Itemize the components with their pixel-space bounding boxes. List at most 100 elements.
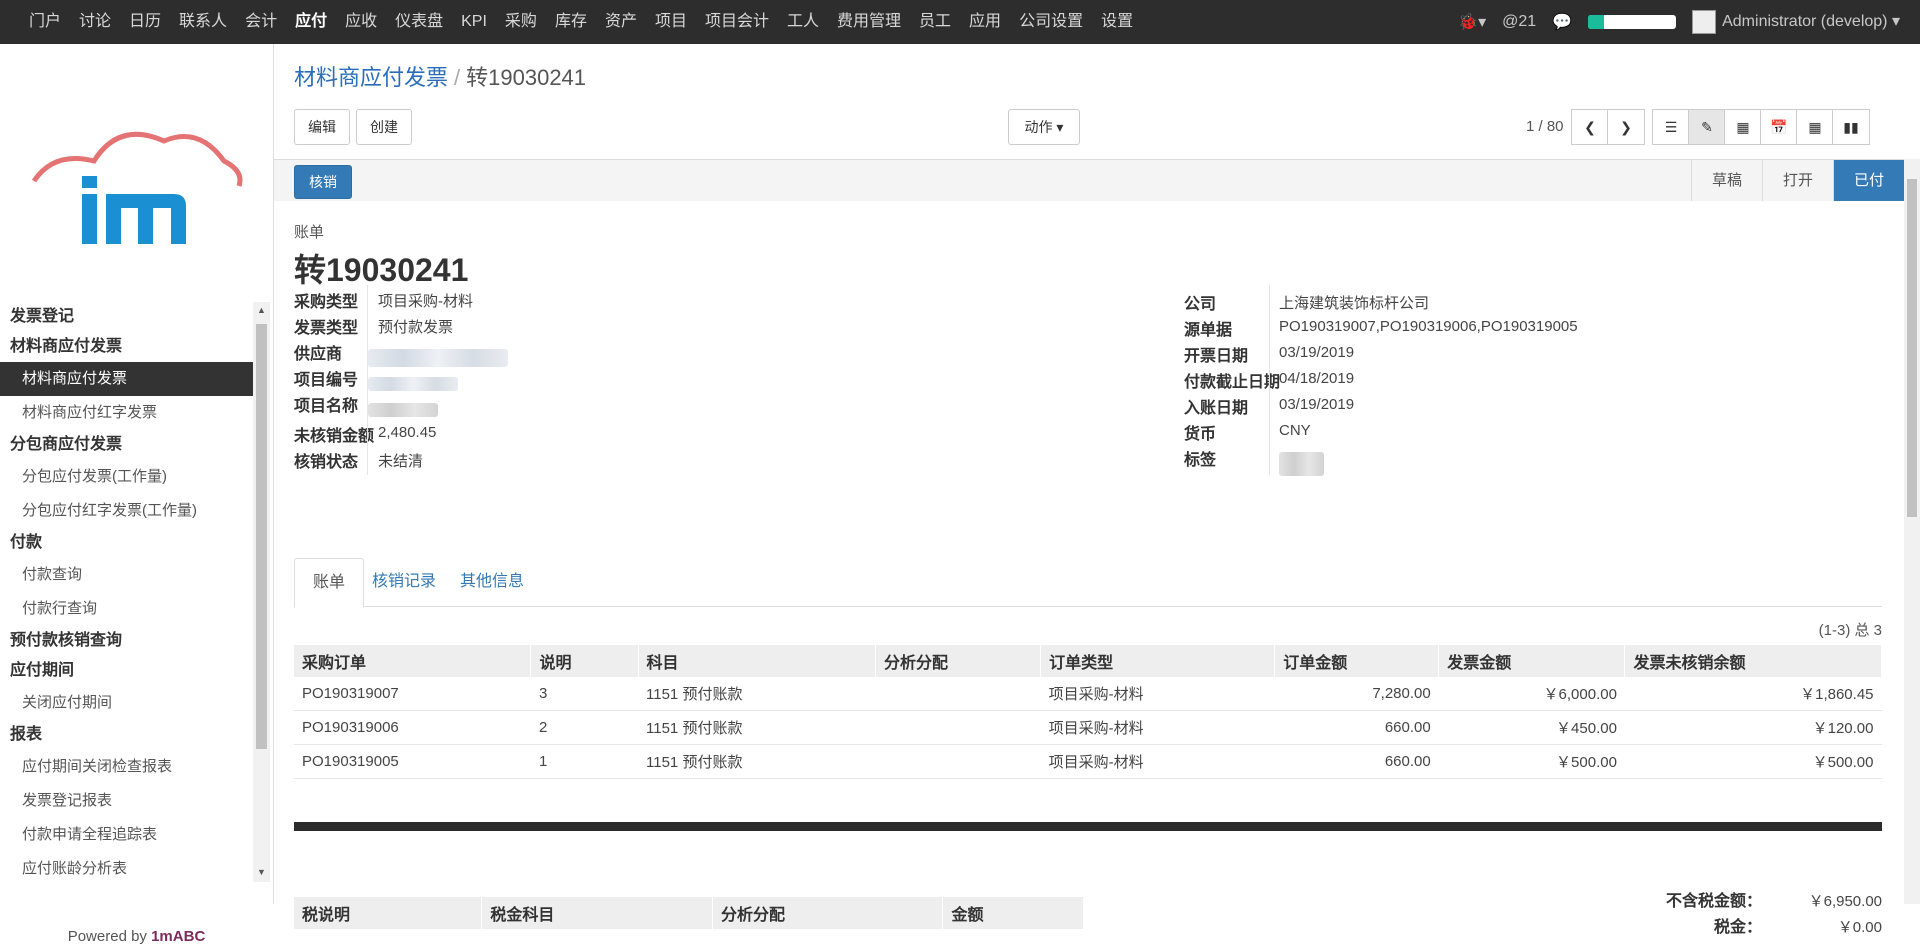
field-value: 04/18/2019 xyxy=(1279,370,1355,387)
sidebar-item[interactable]: 分包应付红字发票(工作量) xyxy=(0,494,253,528)
sidebar-item[interactable]: 应付期间关闭检查报表 xyxy=(0,750,253,784)
column-header[interactable]: 税金科目 xyxy=(481,897,713,929)
sidebar-item[interactable]: 材料商应付发票 xyxy=(0,362,253,396)
tax-table: 税说明 税金科目 分析分配 金额 xyxy=(294,897,1084,929)
kanban-view-icon[interactable]: ▦ xyxy=(1724,109,1762,145)
table-cell: ￥6,000.00 xyxy=(1438,677,1625,711)
column-header[interactable]: 分析分配 xyxy=(875,645,1042,677)
table-cell: 2 xyxy=(530,710,639,745)
topnav-item[interactable]: 员工 xyxy=(910,0,960,44)
action-label: 动作 xyxy=(1024,119,1053,135)
scroll-up-icon[interactable]: ▲ xyxy=(257,305,266,315)
chat-icon[interactable]: 💬 xyxy=(1552,12,1572,32)
status-bar: 核销 草稿 打开 已付 xyxy=(274,159,1904,203)
tab-2[interactable]: 其他信息 xyxy=(442,558,542,606)
column-header[interactable]: 订单金额 xyxy=(1274,645,1440,677)
record-count: (1-3) 总 3 xyxy=(1818,622,1882,639)
column-header[interactable]: 税说明 xyxy=(294,897,483,929)
user-menu[interactable]: Administrator (develop) ▾ xyxy=(1692,10,1900,34)
document-title: 转19030241 xyxy=(294,252,469,288)
graph-view-icon[interactable]: ▮▮ xyxy=(1832,109,1870,145)
table-row[interactable]: PO190319007 3 1151 预付账款 项目采购-材料 7,280.00 ￥6,0… xyxy=(294,677,1882,711)
section-divider xyxy=(294,822,1882,831)
sidebar-item[interactable]: 付款行查询 xyxy=(0,592,253,626)
edit-button[interactable]: 编辑 xyxy=(294,109,350,145)
topnav-item[interactable]: 项目 xyxy=(646,0,696,44)
sidebar-item[interactable]: 发票登记报表 xyxy=(0,784,253,818)
sidebar-section-title[interactable]: 报表 xyxy=(0,720,253,750)
topnav-item[interactable]: 应收 xyxy=(336,0,386,44)
pivot-view-icon[interactable]: ▦ xyxy=(1796,109,1834,145)
sidebar-section-title[interactable]: 付款 xyxy=(0,528,253,558)
column-header[interactable]: 金额 xyxy=(942,897,1084,929)
topnav-item[interactable]: 应付 xyxy=(286,0,336,44)
topnav-item[interactable]: 项目会计 xyxy=(696,0,778,44)
form-view-icon[interactable]: ✎ xyxy=(1688,109,1726,145)
top-navbar: 门户 讨论 日历 联系人 会计 应付 应收 仪表盘 KPI 采购 库存 资产 项目 项目会计 工人 费用管理员… xyxy=(0,0,1920,44)
stage-item[interactable]: 已付 xyxy=(1832,160,1904,202)
table-row[interactable]: PO190319006 2 1151 预付账款 项目采购-材料 660.00 ￥450.0… xyxy=(294,710,1882,745)
calendar-view-icon[interactable]: 📅 xyxy=(1760,109,1798,145)
main-scrollbar[interactable] xyxy=(1904,159,1920,904)
column-header[interactable]: 科目 xyxy=(638,645,877,677)
topnav-item[interactable]: 工人 xyxy=(778,0,828,44)
sidebar-section-title[interactable]: 发票登记 xyxy=(0,302,253,332)
column-header[interactable]: 发票未核销余额 xyxy=(1624,645,1882,677)
sidebar-scrollbar[interactable]: ▲ ▼ xyxy=(253,302,270,882)
sidebar-item[interactable]: 付款申请全程追踪表 xyxy=(0,818,253,852)
total-label: 不含税金额： xyxy=(1665,893,1762,910)
topnav-item[interactable]: 门户 xyxy=(20,0,70,44)
sidebar-section-title[interactable]: 应付期间 xyxy=(0,656,253,686)
mentions-counter[interactable]: @21 xyxy=(1502,13,1536,31)
topnav-item[interactable]: 讨论 xyxy=(70,0,120,44)
sidebar-scroll-thumb[interactable] xyxy=(256,324,267,749)
column-header[interactable]: 说明 xyxy=(530,645,639,677)
breadcrumb-parent[interactable]: 材料商应付发票 xyxy=(294,65,448,90)
field-value: 上海建筑装饰标杆公司 xyxy=(1279,295,1430,312)
table-cell: ￥120.00 xyxy=(1624,710,1882,745)
topnav-item[interactable]: 资产 xyxy=(596,0,646,44)
topnav-item[interactable]: 仪表盘 xyxy=(386,0,452,44)
topnav-item[interactable]: 采购 xyxy=(496,0,546,44)
table-cell: 1 xyxy=(530,744,639,779)
topnav-item[interactable]: 联系人 xyxy=(170,0,236,44)
stage-item[interactable]: 打开 xyxy=(1761,160,1833,202)
sidebar-item[interactable]: 分包应付发票(工作量) xyxy=(0,460,253,494)
column-header[interactable]: 采购订单 xyxy=(294,645,532,677)
sidebar-section-title[interactable]: 分包商应付发票 xyxy=(0,430,253,460)
powered-brand[interactable]: 1mABC xyxy=(151,928,205,945)
validate-button[interactable]: 核销 xyxy=(294,165,352,199)
main-scroll-thumb[interactable] xyxy=(1907,179,1917,517)
sidebar-item[interactable]: 关闭应付期间 xyxy=(0,686,253,720)
topnav-item[interactable]: 日历 xyxy=(120,0,170,44)
sidebar-section-title[interactable]: 材料商应付发票 xyxy=(0,332,253,362)
list-view-icon[interactable]: ☰ xyxy=(1652,109,1690,145)
sidebar-item[interactable]: 付款查询 xyxy=(0,558,253,592)
stage-item[interactable]: 草稿 xyxy=(1690,160,1762,202)
topnav-item[interactable]: 公司设置 xyxy=(1010,0,1092,44)
pager-next-button[interactable]: ❯ xyxy=(1607,109,1645,145)
bug-icon[interactable]: 🐞▾ xyxy=(1458,12,1486,32)
topnav-item[interactable]: 库存 xyxy=(546,0,596,44)
sidebar-item[interactable]: 应付账龄分析表 xyxy=(0,852,253,886)
create-button[interactable]: 创建 xyxy=(356,109,412,145)
action-dropdown[interactable]: 动作 ▾ xyxy=(1008,109,1080,145)
total-value: ￥0.00 xyxy=(1837,919,1882,936)
topnav-item[interactable]: 会计 xyxy=(236,0,286,44)
field-label: 项目名称 xyxy=(294,398,359,415)
sidebar-item[interactable]: 材料商应付红字发票 xyxy=(0,396,253,430)
topnav-item[interactable]: KPI xyxy=(452,0,496,44)
tab-1[interactable]: 核销记录 xyxy=(354,558,454,606)
topnav-item[interactable]: 应用 xyxy=(960,0,1010,44)
pager-prev-button[interactable]: ❮ xyxy=(1571,109,1609,145)
table-row[interactable]: PO190319005 1 1151 预付账款 项目采购-材料 660.00 ￥500.0… xyxy=(294,744,1882,779)
table-cell: PO190319007 xyxy=(294,677,531,711)
column-header[interactable]: 订单类型 xyxy=(1040,645,1276,677)
column-header[interactable]: 分析分配 xyxy=(712,897,944,929)
table-cell xyxy=(875,744,1041,779)
column-header[interactable]: 发票金额 xyxy=(1438,645,1626,677)
scroll-down-icon[interactable]: ▼ xyxy=(257,867,266,877)
sidebar-section-title[interactable]: 预付款核销查询 xyxy=(0,626,253,656)
topnav-item[interactable]: 设置 xyxy=(1092,0,1142,44)
topnav-item[interactable]: 费用管理 xyxy=(828,0,910,44)
